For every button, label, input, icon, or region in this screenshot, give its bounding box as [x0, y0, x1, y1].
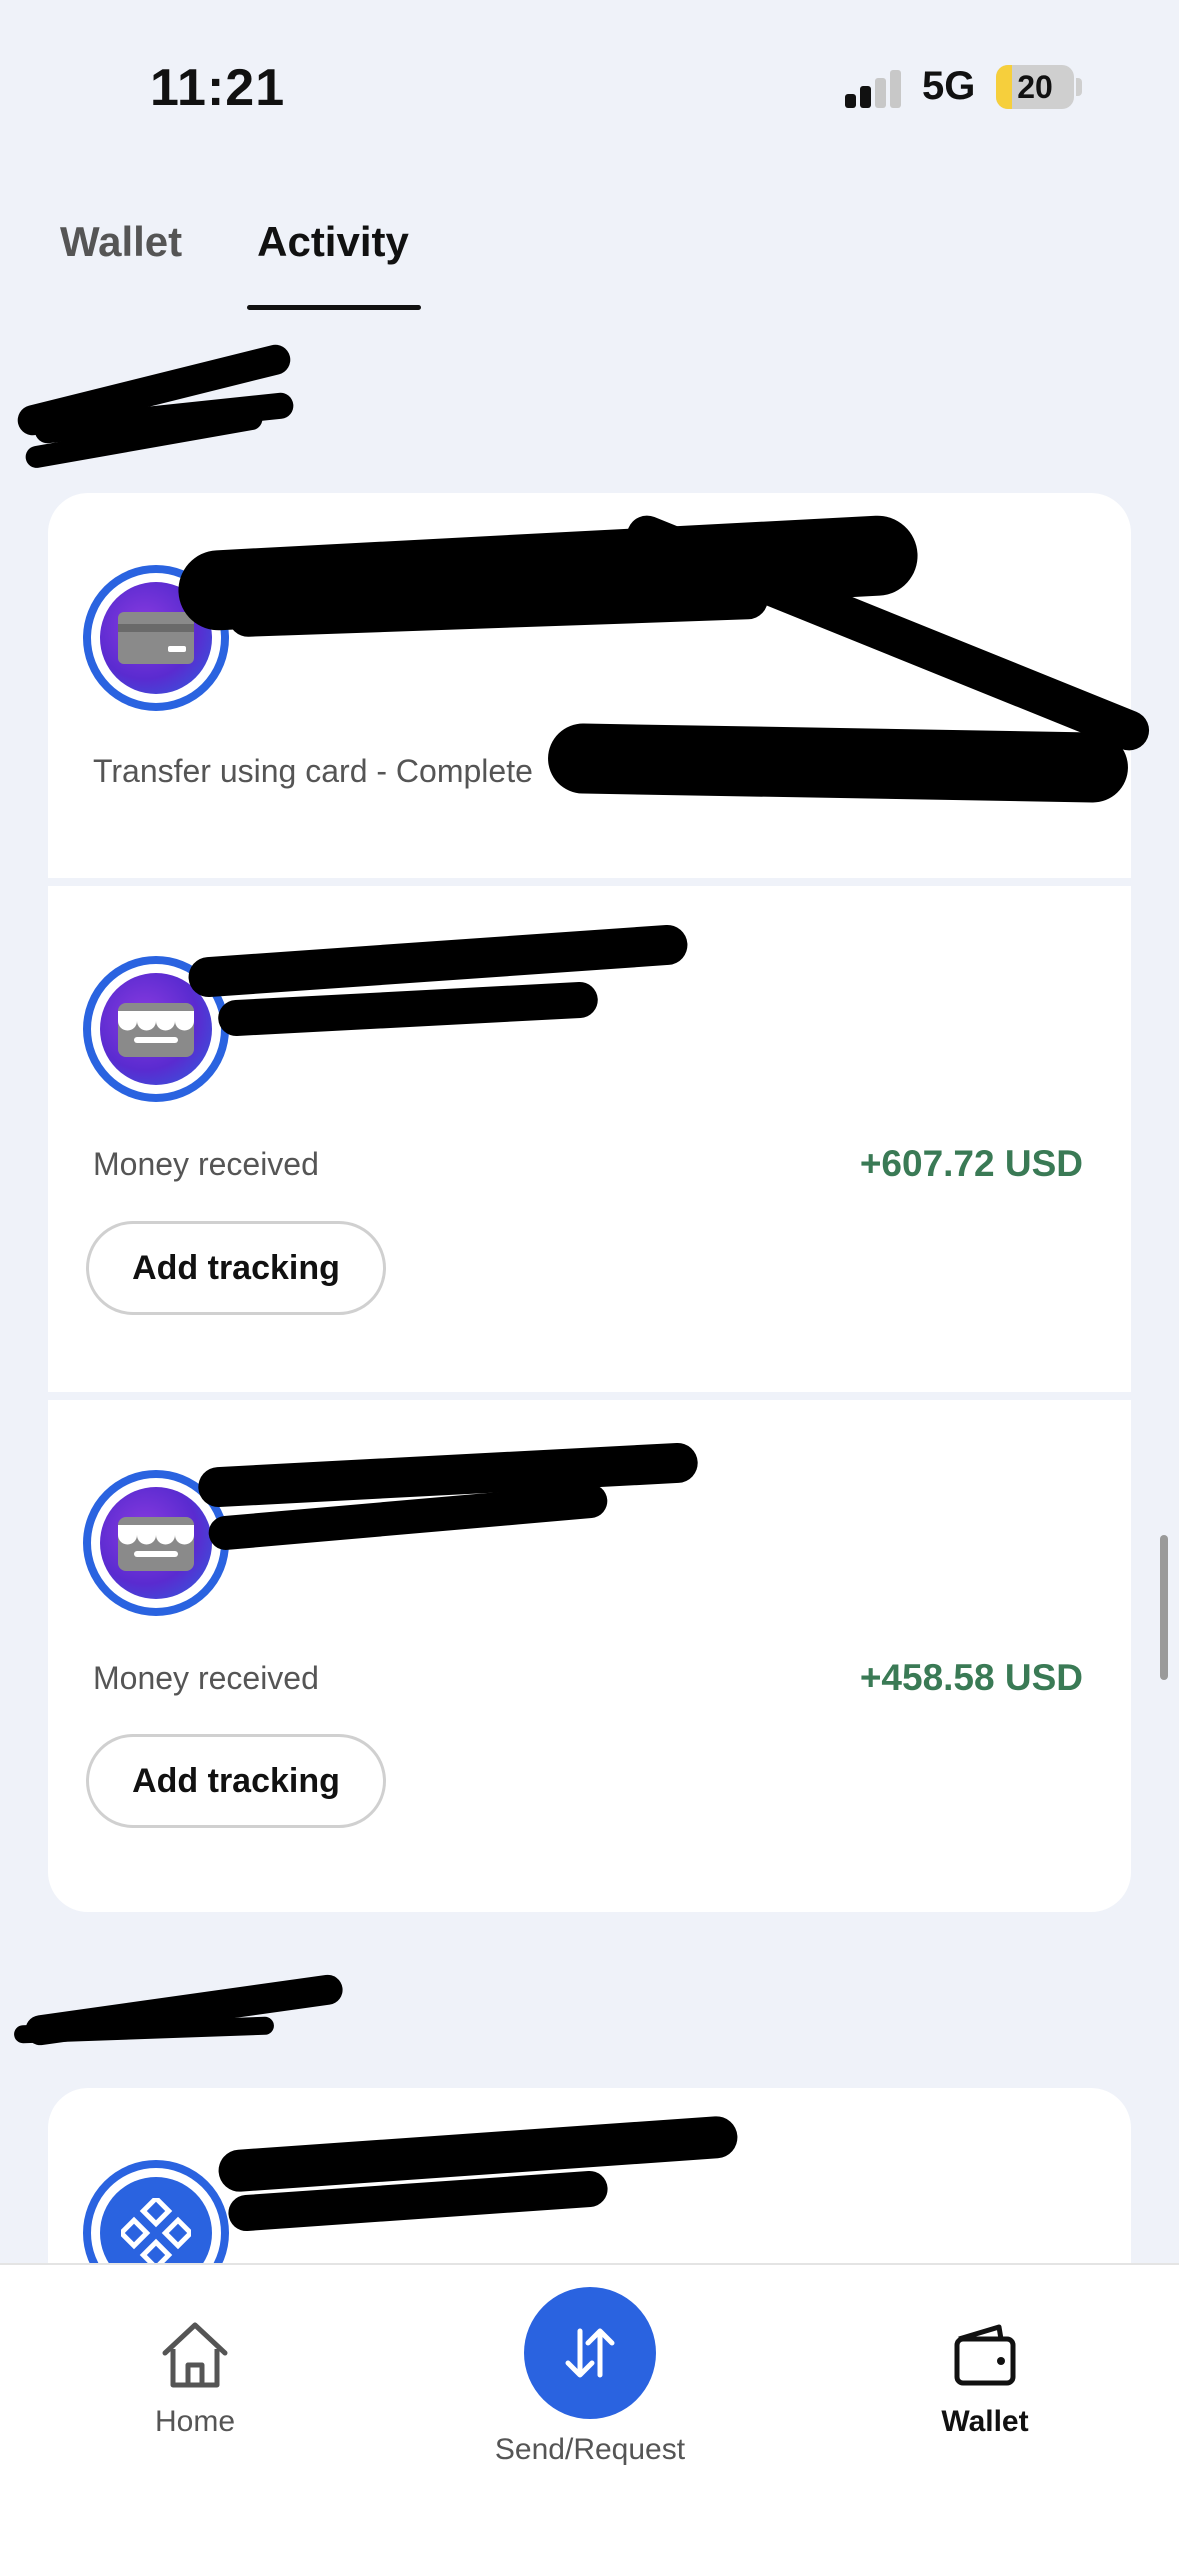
add-tracking-button[interactable]: Add tracking [86, 1221, 386, 1315]
section-header-redacted [13, 1972, 354, 2075]
tab-wallet[interactable]: Wallet [60, 210, 182, 310]
redacted-name [187, 923, 689, 999]
nav-wallet-label: Wallet [941, 2405, 1029, 2438]
status-bar: 11:21 5G 20 [0, 0, 1179, 175]
transaction-card[interactable]: Money received +607.72 USD Add tracking [48, 886, 1131, 1392]
cellular-signal-icon [845, 68, 905, 108]
credit-card-icon [118, 612, 194, 664]
nav-home-label: Home [154, 2405, 236, 2438]
nav-send-request[interactable]: Send/Request [460, 2265, 720, 2467]
transaction-card[interactable]: Money received +458.58 USD Add tracking [48, 1400, 1131, 1912]
store-icon [118, 1517, 194, 1571]
transaction-description: Money received [93, 1146, 319, 1182]
nav-send-label: Send/Request [494, 2433, 686, 2466]
status-time: 11:21 [150, 59, 286, 117]
transaction-card[interactable] [48, 2088, 1131, 2306]
transaction-amount: +458.58 USD [859, 1657, 1083, 1698]
bottom-navigation: Home Send/Request Wallet [0, 2263, 1179, 2556]
scrollbar-thumb[interactable] [1160, 1535, 1168, 1680]
transaction-card[interactable]: Transfer using card - Complete [48, 493, 1156, 878]
top-tabs: Wallet Activity [60, 210, 484, 310]
transaction-description: Money received [93, 1660, 319, 1696]
network-type: 5G [922, 64, 976, 108]
section-header-redacted [14, 341, 314, 470]
store-icon [118, 1003, 194, 1057]
battery-icon: 20 [996, 65, 1074, 109]
tab-activity[interactable]: Activity [247, 210, 421, 310]
nav-home[interactable]: Home [115, 2265, 275, 2439]
add-tracking-button[interactable]: Add tracking [86, 1734, 386, 1828]
battery-tip [1076, 78, 1082, 96]
battery-percent: 20 [1017, 69, 1053, 105]
home-icon [162, 2322, 228, 2388]
redacted-amount [547, 722, 1129, 804]
nav-wallet[interactable]: Wallet [905, 2265, 1065, 2439]
send-request-button[interactable] [524, 2287, 656, 2419]
transaction-amount: +607.72 USD [859, 1143, 1083, 1184]
app-grid-icon [121, 2198, 191, 2268]
transfer-arrows-icon [565, 2328, 615, 2378]
wallet-icon [954, 2324, 1016, 2386]
transaction-description: Transfer using card - Complete [93, 753, 533, 789]
